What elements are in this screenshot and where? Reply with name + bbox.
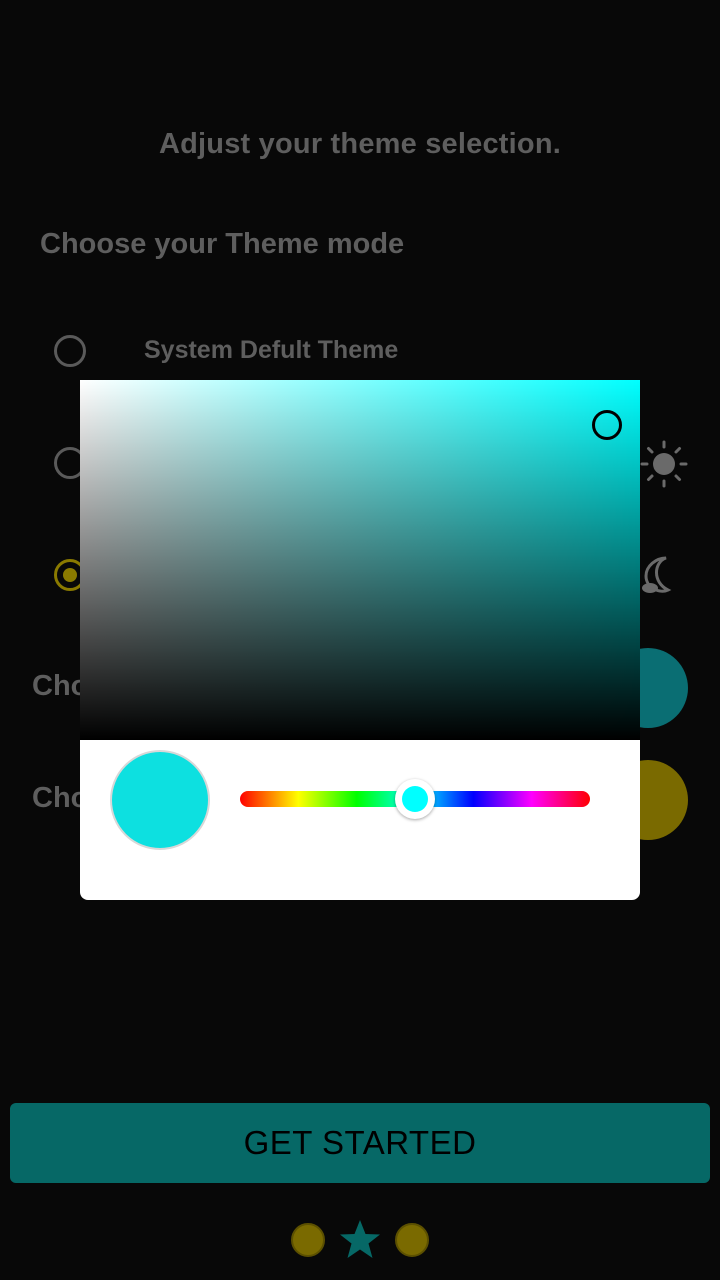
get-started-button[interactable]: GET STARTED bbox=[10, 1103, 710, 1183]
theme-mode-title: Choose your Theme mode bbox=[40, 228, 405, 260]
saturation-value-area[interactable] bbox=[80, 380, 640, 740]
hue-slider-thumb[interactable] bbox=[395, 779, 435, 819]
option-label-system-default: System Defult Theme bbox=[144, 336, 399, 364]
saturation-value-handle[interactable] bbox=[592, 410, 622, 440]
selected-color-preview bbox=[110, 750, 210, 850]
sun-icon bbox=[640, 440, 688, 488]
moon-cloud-icon bbox=[642, 556, 672, 593]
color-picker-dialog bbox=[80, 380, 640, 900]
pager-dot-3[interactable] bbox=[395, 1223, 429, 1257]
pager-dot-1[interactable] bbox=[291, 1223, 325, 1257]
star-icon[interactable] bbox=[338, 1218, 382, 1262]
theme-setup-screen: Adjust your theme selection. Choose your… bbox=[0, 0, 720, 1280]
radio-system-default[interactable] bbox=[54, 335, 86, 367]
page-title: Adjust your theme selection. bbox=[158, 128, 561, 160]
